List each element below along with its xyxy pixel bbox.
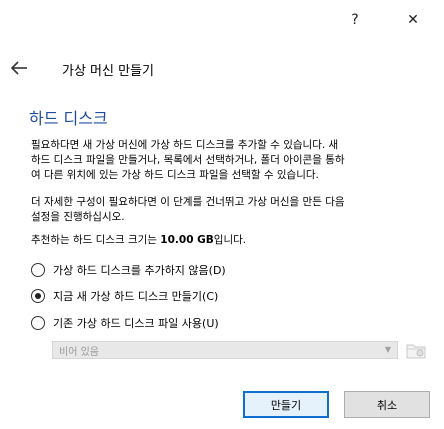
wizard-title: 가상 머신 만들기 — [62, 64, 154, 79]
section-title: 하드 디스크 — [29, 109, 108, 128]
option-no-disk[interactable]: 가상 하드 디스크를 추가하지 않음(D) — [31, 262, 226, 278]
radio-existing-disk[interactable] — [31, 316, 45, 330]
folder-icon[interactable] — [404, 339, 428, 361]
recommended-size-text: 추천하는 하드 디스크 크기는 10.00 GB입니다. — [31, 233, 426, 248]
disk-file-select[interactable]: 비어 있음 ▼ — [52, 341, 398, 359]
cancel-button[interactable]: 취소 — [344, 391, 430, 418]
disk-file-select-value: 비어 있음 — [59, 346, 99, 358]
description-text: 필요하다면 새 가상 머신에 가상 하드 디스크를 추가할 수 있습니다. 새 … — [31, 139, 345, 181]
radio-no-disk[interactable] — [31, 263, 45, 277]
option-create-disk-label: 지금 새 가상 하드 디스크 만들기(C) — [53, 290, 219, 303]
option-create-disk[interactable]: 지금 새 가상 하드 디스크 만들기(C) — [31, 288, 218, 304]
arrow-left-icon[interactable] — [8, 56, 30, 80]
create-button[interactable]: 만들기 — [243, 391, 329, 418]
recommend-suffix: 입니다. — [213, 234, 247, 246]
close-button[interactable]: ✕ — [398, 8, 428, 32]
option-existing-disk-label: 기존 가상 하드 디스크 파일 사용(U) — [53, 317, 219, 330]
title-bar: ? ✕ — [0, 0, 444, 40]
help-button[interactable]: ? — [340, 8, 370, 32]
recommended-size: 10.00 GB — [160, 234, 214, 246]
wizard-header: 가상 머신 만들기 — [0, 52, 444, 84]
option-existing-disk[interactable]: 기존 가상 하드 디스크 파일 사용(U) — [31, 315, 219, 331]
option-no-disk-label: 가상 하드 디스크를 추가하지 않음(D) — [53, 264, 226, 277]
chevron-down-icon: ▼ — [384, 345, 391, 354]
radio-create-disk[interactable] — [31, 289, 45, 303]
recommend-prefix: 추천하는 하드 디스크 크기는 — [31, 234, 161, 246]
advanced-hint-text: 더 자세한 구성이 필요하다면 이 단계를 건너뛰고 가상 머신을 만든 다음 … — [31, 196, 345, 223]
